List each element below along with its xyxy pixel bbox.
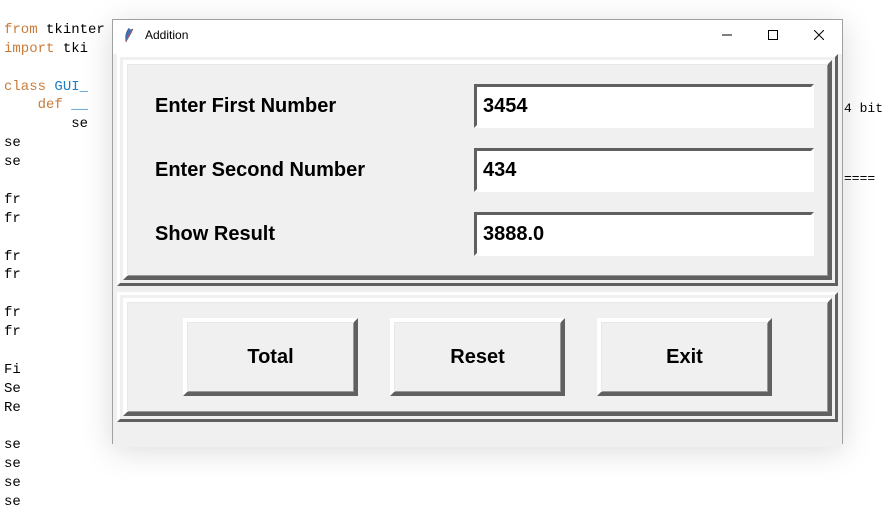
close-button[interactable] [796,20,842,50]
reset-button[interactable]: Reset [390,318,565,396]
tk-feather-icon [121,27,137,43]
input-frame: Enter First Number Enter Second Number S… [123,60,832,280]
first-number-input[interactable] [474,84,814,128]
total-button[interactable]: Total [183,318,358,396]
maximize-button[interactable] [750,20,796,50]
exit-button[interactable]: Exit [597,318,772,396]
result-output[interactable] [474,212,814,256]
minimize-icon [722,30,732,40]
maximize-icon [768,30,778,40]
second-number-input[interactable] [474,148,814,192]
titlebar[interactable]: Addition [113,20,842,50]
input-frame-outer: Enter First Number Enter Second Number S… [117,54,838,286]
first-number-label: Enter First Number [141,93,464,120]
minimize-button[interactable] [704,20,750,50]
result-label: Show Result [141,221,464,248]
close-icon [814,30,824,40]
second-number-label: Enter Second Number [141,157,464,184]
button-frame-outer: Total Reset Exit [117,292,838,422]
window-title: Addition [145,27,704,43]
client-area: Enter First Number Enter Second Number S… [113,54,842,447]
addition-window: Addition Enter First Number Ent [112,19,843,444]
console-peek: 4 bit ==== [844,0,893,516]
code-fragment: se se se fr fr fr fr fr fr Fi Se Re se s… [4,116,88,510]
button-frame: Total Reset Exit [123,298,832,416]
